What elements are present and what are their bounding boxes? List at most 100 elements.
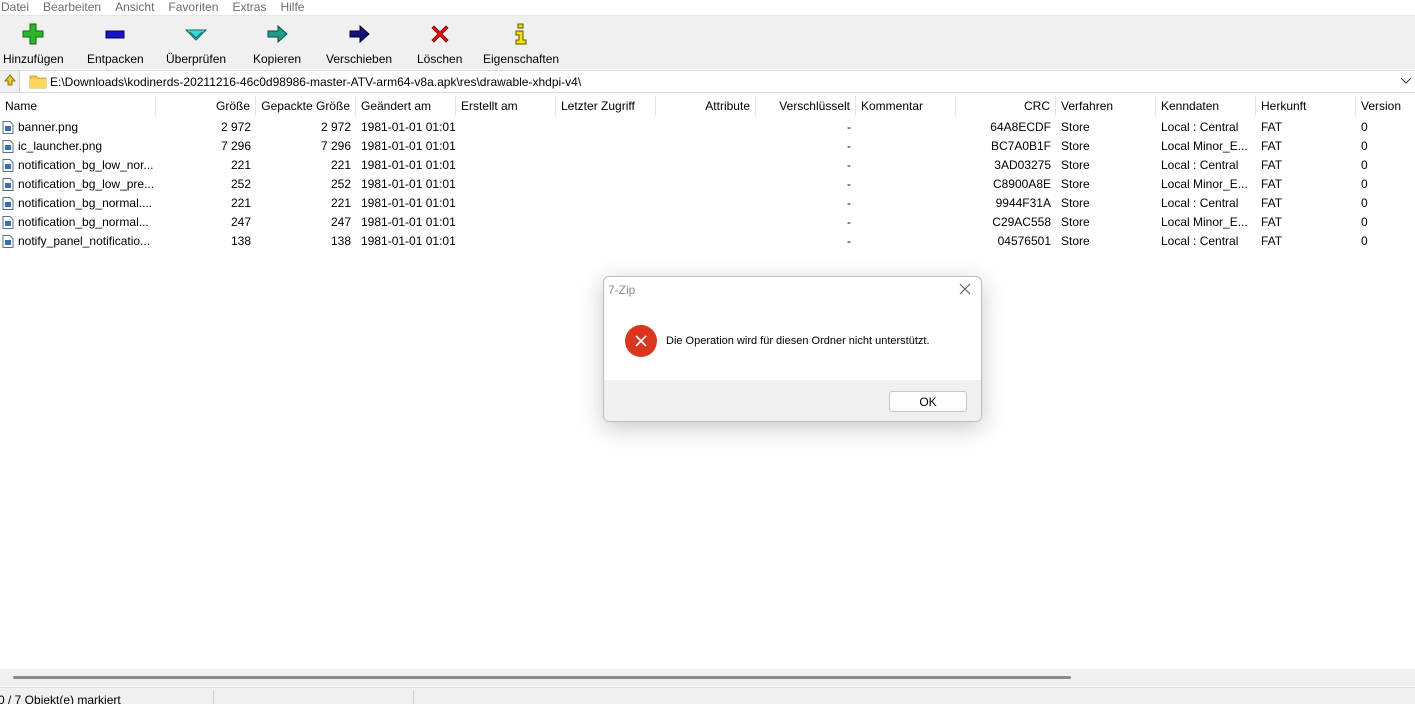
col-name[interactable]: Name: [0, 96, 156, 116]
file-host: FAT: [1261, 215, 1283, 229]
file-method: Store: [1061, 177, 1090, 191]
file-modified: 1981-01-01 01:01: [361, 158, 456, 172]
file-host: FAT: [1261, 120, 1283, 134]
file-encrypted: -: [847, 234, 851, 248]
file-modified: 1981-01-01 01:01: [361, 215, 456, 229]
file-crc: C8900A8E: [992, 177, 1051, 191]
file-method: Store: [1061, 215, 1090, 229]
table-row[interactable]: notification_bg_low_pre... 252 252 1981-01-…: [0, 175, 1415, 194]
file-packed-size: 221: [330, 158, 351, 172]
table-row[interactable]: banner.png 2 972 2 972 1981-01-01 01:01 - 64A…: [0, 118, 1415, 137]
plus-icon: [19, 20, 47, 48]
add-button[interactable]: Hinzufügen: [3, 20, 64, 66]
file-host: FAT: [1261, 139, 1283, 153]
file-packed-size: 7 296: [320, 139, 351, 153]
col-packed-size[interactable]: Gepackte Größe: [256, 96, 356, 116]
move-label: Verschieben: [326, 52, 393, 66]
file-crc: 3AD03275: [994, 158, 1051, 172]
ok-button[interactable]: OK: [889, 391, 967, 412]
file-host: FAT: [1261, 234, 1283, 248]
file-method: Store: [1061, 234, 1090, 248]
up-arrow-icon: [3, 73, 17, 90]
menu-favoriten[interactable]: Favoriten: [161, 0, 225, 15]
properties-button[interactable]: Eigenschaften: [483, 20, 559, 66]
file-name: notification_bg_normal....: [18, 196, 153, 210]
file-method: Store: [1061, 139, 1090, 153]
add-label: Hinzufügen: [3, 52, 64, 66]
selection-status: 0 / 7 Objekt(e) markiert: [0, 693, 121, 704]
table-row[interactable]: notify_panel_notificatio... 138 138 1981-01…: [0, 232, 1415, 251]
file-characteristics: Local Minor_E...: [1161, 139, 1248, 153]
file-size: 247: [230, 215, 251, 229]
copy-button[interactable]: Kopieren: [253, 20, 301, 66]
toolbar: Hinzufügen Entpacken Überprüfen Kopieren…: [0, 15, 1415, 69]
menu-ansicht[interactable]: Ansicht: [108, 0, 161, 15]
file-size: 138: [230, 234, 251, 248]
path-text: E:\Downloads\kodinerds-20211216-46c0d989…: [50, 74, 582, 89]
file-characteristics: Local : Central: [1161, 158, 1239, 172]
col-characteristics[interactable]: Kenndaten: [1156, 96, 1256, 116]
col-attributes[interactable]: Attribute: [656, 96, 756, 116]
test-button[interactable]: Überprüfen: [166, 20, 226, 66]
address-bar: E:\Downloads\kodinerds-20211216-46c0d989…: [0, 70, 1415, 93]
table-row[interactable]: notification_bg_normal.... 221 221 1981-01-…: [0, 194, 1415, 213]
col-size[interactable]: Größe: [156, 96, 256, 116]
col-modified[interactable]: Geändert am: [356, 96, 456, 116]
copy-arrow-icon: [263, 20, 291, 48]
file-size: 2 972: [220, 120, 251, 134]
col-comment[interactable]: Kommentar: [856, 96, 956, 116]
dialog-title: 7-Zip: [608, 283, 636, 297]
table-row[interactable]: notification_bg_normal... 247 247 1981-01-0…: [0, 213, 1415, 232]
file-method: Store: [1061, 158, 1090, 172]
folder-icon: [29, 74, 47, 92]
file-size: 221: [230, 196, 251, 210]
status-bar: 0 / 7 Objekt(e) markiert: [0, 687, 1415, 704]
delete-x-icon: [426, 20, 454, 48]
table-row[interactable]: ic_launcher.png 7 296 7 296 1981-01-01 01:0…: [0, 137, 1415, 156]
file-encrypted: -: [847, 215, 851, 229]
table-header: Name Größe Gepackte Größe Geändert am Er…: [0, 96, 1415, 116]
file-characteristics: Local : Central: [1161, 196, 1239, 210]
scrollbar-thumb[interactable]: [13, 676, 1071, 679]
menu-hilfe[interactable]: Hilfe: [273, 0, 311, 15]
table-row[interactable]: notification_bg_low_nor... 221 221 1981-01-…: [0, 156, 1415, 175]
file-version: 0: [1361, 158, 1368, 172]
col-crc[interactable]: CRC: [956, 96, 1056, 116]
delete-button[interactable]: Löschen: [417, 20, 462, 66]
col-version[interactable]: Version: [1356, 96, 1415, 116]
file-characteristics: Local : Central: [1161, 234, 1239, 248]
info-icon: [507, 20, 535, 48]
col-method[interactable]: Verfahren: [1056, 96, 1156, 116]
file-version: 0: [1361, 215, 1368, 229]
dialog-footer: OK: [604, 380, 981, 421]
menu-extras[interactable]: Extras: [225, 0, 273, 15]
close-icon[interactable]: [957, 281, 973, 297]
file-crc: 04576501: [997, 234, 1051, 248]
col-host[interactable]: Herkunft: [1256, 96, 1356, 116]
move-button[interactable]: Verschieben: [326, 20, 392, 66]
menu-datei[interactable]: Datei: [0, 0, 36, 15]
col-encrypted[interactable]: Verschlüsselt: [756, 96, 856, 116]
file-size: 7 296: [220, 139, 251, 153]
path-input[interactable]: E:\Downloads\kodinerds-20211216-46c0d989…: [25, 71, 1415, 92]
file-encrypted: -: [847, 139, 851, 153]
col-created[interactable]: Erstellt am: [456, 96, 556, 116]
horizontal-scrollbar[interactable]: [0, 669, 1415, 686]
file-name: ic_launcher.png: [18, 139, 103, 153]
menu-bar: Datei Bearbeiten Ansicht Favoriten Extra…: [0, 0, 1415, 15]
col-accessed[interactable]: Letzter Zugriff: [556, 96, 656, 116]
error-dialog: 7-Zip Die Operation wird für diesen Ordn…: [603, 276, 982, 422]
file-name: banner.png: [18, 120, 79, 134]
file-packed-size: 138: [330, 234, 351, 248]
menu-bearbeiten[interactable]: Bearbeiten: [36, 0, 108, 15]
file-crc: 9944F31A: [995, 196, 1051, 210]
file-size: 221: [230, 158, 251, 172]
file-characteristics: Local Minor_E...: [1161, 215, 1248, 229]
chevron-down-icon[interactable]: [1399, 74, 1413, 88]
file-name: notify_panel_notificatio...: [18, 234, 151, 248]
up-folder-button[interactable]: [0, 71, 20, 92]
file-packed-size: 221: [330, 196, 351, 210]
file-packed-size: 252: [330, 177, 351, 191]
file-encrypted: -: [847, 120, 851, 134]
extract-button[interactable]: Entpacken: [87, 20, 144, 66]
